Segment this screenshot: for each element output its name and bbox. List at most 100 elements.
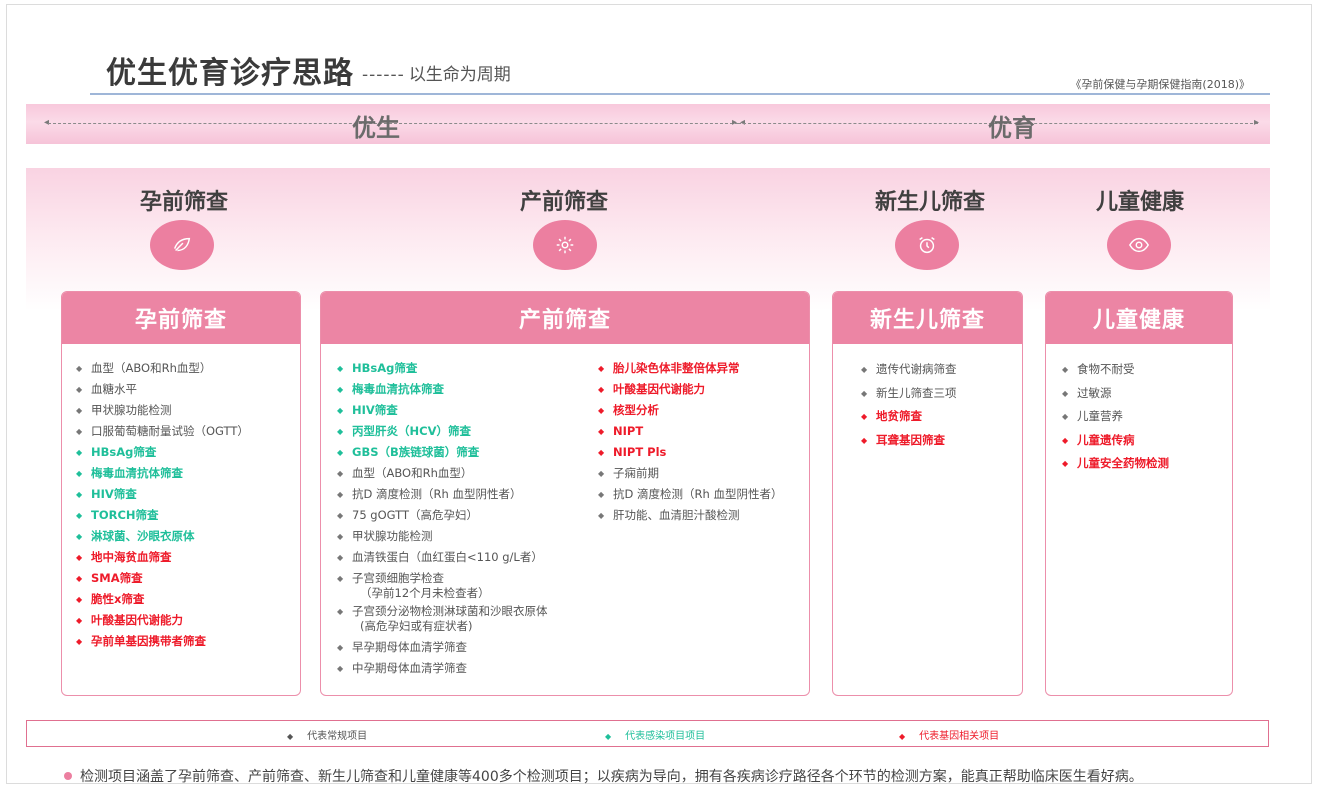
screening-item: 中孕期母体血清学筛查 — [337, 658, 548, 679]
card-newborn: 新生儿筛查 遗传代谢病筛查新生儿筛查三项地贫筛查耳聋基因筛查 — [832, 291, 1023, 696]
arrow-right-icon: ▸ — [1254, 117, 1260, 128]
screening-item: 叶酸基因代谢能力 — [76, 610, 249, 631]
card-prenatal: 产前筛查 HBsAg筛查梅毒血清抗体筛查 HIV筛查丙型肝炎（HCV）筛查 GBS（… — [320, 291, 810, 696]
screening-item: SMA筛查 — [76, 568, 249, 589]
item-list: 血型（ABO和Rh血型） 血糖水平甲状腺功能检测口服葡萄糖耐量试验（OGTT） HB… — [76, 358, 249, 652]
band-label-eugenics: 优生 — [352, 114, 400, 142]
screening-item: 丙型肝炎（HCV）筛查 — [337, 421, 548, 442]
footer-text: 检测项目涵盖了孕前筛查、产前筛查、新生儿筛查和儿童健康等400多个检测项目；以疾… — [80, 769, 1143, 785]
legend-box: ◆ 代表常规项目 ◆ 代表感染项目项目 ◆ 代表基因相关项目 — [26, 720, 1269, 747]
card-title: 孕前筛查 — [62, 292, 300, 344]
arrow-right-icon: ▸ — [732, 117, 738, 128]
screening-item: NIPT Pls — [598, 442, 782, 463]
item-list-left: HBsAg筛查梅毒血清抗体筛查 HIV筛查丙型肝炎（HCV）筛查 GBS（B族链球菌… — [337, 358, 548, 679]
item-label: 孕前单基因携带者筛查 — [91, 634, 206, 648]
eye-icon — [1107, 220, 1171, 270]
screening-item: 食物不耐受 — [1062, 358, 1169, 382]
screening-item: 肝功能、血清胆汁酸检测 — [598, 505, 782, 526]
item-label: 口服葡萄糖耐量试验（OGTT） — [91, 424, 249, 438]
screening-item: 遗传代谢病筛查 — [861, 358, 957, 382]
gear-icon — [533, 220, 597, 270]
item-label: 甲状腺功能检测 — [91, 403, 172, 417]
page-subtitle: ------ 以生命为周期 — [362, 60, 511, 85]
card-child: 儿童健康 食物不耐受过敏源儿童营养儿童遗传病儿童安全药物检测 — [1045, 291, 1233, 696]
item-label: 甲状腺功能检测 — [352, 529, 433, 543]
diamond-icon: ◆ — [287, 732, 294, 741]
item-label: HIV筛查 — [91, 487, 137, 501]
screening-item: HIV筛查 — [337, 400, 548, 421]
item-label: 儿童营养 — [1077, 409, 1123, 423]
screening-item: 过敏源 — [1062, 382, 1169, 406]
item-label: NIPT — [613, 424, 644, 438]
category-title-newborn: 新生儿筛查 — [874, 190, 985, 215]
item-label: 儿童安全药物检测 — [1077, 456, 1169, 470]
screening-item: HBsAg筛查 — [76, 442, 249, 463]
screening-item: HBsAg筛查 — [337, 358, 548, 379]
item-label: 脆性x筛查 — [91, 592, 145, 606]
item-label: 淋球菌、沙眼衣原体 — [91, 529, 195, 543]
item-label: 中孕期母体血清学筛查 — [352, 661, 467, 675]
screening-item: 新生儿筛查三项 — [861, 382, 957, 406]
leaf-icon — [150, 220, 214, 270]
screening-item: 子宫颈细胞学检查（孕前12个月未检查者） — [337, 571, 548, 600]
screening-item: 胎儿染色体非整倍体异常 — [598, 358, 782, 379]
screening-item: 梅毒血清抗体筛查 — [337, 379, 548, 400]
screening-item: 孕前单基因携带者筛查 — [76, 631, 249, 652]
screening-item: 耳聋基因筛查 — [861, 429, 957, 453]
screening-item: 血型（ABO和Rh血型） — [76, 358, 249, 379]
screening-item: 子痫前期 — [598, 463, 782, 484]
item-label: 抗D 滴度检测（Rh 血型阴性者） — [613, 487, 783, 501]
item-label: 75 gOGTT（高危孕妇） — [352, 508, 478, 522]
item-label: 叶酸基因代谢能力 — [91, 613, 183, 627]
screening-item: 梅毒血清抗体筛查 — [76, 463, 249, 484]
category-title-preconception: 孕前筛查 — [139, 190, 228, 215]
diamond-icon: ◆ — [899, 732, 906, 741]
screening-item: 血糖水平 — [76, 379, 249, 400]
legend-infection: ◆ 代表感染项目项目 — [605, 727, 705, 742]
legend-gene: ◆ 代表基因相关项目 — [899, 727, 999, 742]
legend-normal-label: 代表常规项目 — [307, 731, 368, 742]
item-list: 遗传代谢病筛查新生儿筛查三项地贫筛查耳聋基因筛查 — [861, 358, 957, 452]
item-note: （孕前12个月未检查者） — [360, 586, 490, 600]
item-label: 肝功能、血清胆汁酸检测 — [613, 508, 740, 522]
lifecycle-band: ◂ ▸ ◂ ▸ 优生 优育 — [26, 104, 1270, 144]
item-label: 遗传代谢病筛查 — [876, 362, 957, 376]
card-title: 儿童健康 — [1046, 292, 1232, 344]
category-title-child: 儿童健康 — [1095, 190, 1184, 215]
item-label: 梅毒血清抗体筛查 — [91, 466, 183, 480]
item-label: 丙型肝炎（HCV）筛查 — [352, 424, 471, 438]
item-label: 儿童遗传病 — [1077, 432, 1135, 447]
item-label: 叶酸基因代谢能力 — [613, 382, 705, 396]
item-label: 抗D 滴度检测（Rh 血型阴性者） — [352, 487, 522, 501]
screening-item: 儿童遗传病 — [1062, 429, 1169, 453]
screening-item: 儿童营养 — [1062, 405, 1169, 429]
item-label: 核型分析 — [613, 403, 659, 417]
card-title: 产前筛查 — [321, 292, 809, 344]
item-label: NIPT Pls — [613, 445, 667, 459]
item-label: 地贫筛查 — [876, 409, 922, 423]
item-label: 子宫颈细胞学检查 — [352, 571, 444, 585]
legend-gene-label: 代表基因相关项目 — [919, 731, 1000, 742]
item-label: 血清铁蛋白（血红蛋白<110 g/L者） — [352, 550, 543, 564]
item-label: 子痫前期 — [613, 466, 659, 480]
alarm-clock-icon — [895, 220, 959, 270]
item-label: 早孕期母体血清学筛查 — [352, 640, 467, 654]
screening-item: TORCH筛查 — [76, 505, 249, 526]
item-list: 食物不耐受过敏源儿童营养儿童遗传病儿童安全药物检测 — [1062, 358, 1169, 476]
legend-normal: ◆ 代表常规项目 — [287, 727, 367, 742]
screening-item: 甲状腺功能检测 — [337, 526, 548, 547]
item-label: 血糖水平 — [91, 382, 137, 396]
item-list-right: 胎儿染色体非整倍体异常叶酸基因代谢能力核型分析 NIPT NIPT Pls 子痫前期抗… — [598, 358, 782, 526]
page-title: 优生优育诊疗思路 — [106, 56, 354, 91]
footer-note: 检测项目涵盖了孕前筛查、产前筛查、新生儿筛查和儿童健康等400多个检测项目；以疾… — [64, 766, 1143, 786]
screening-item: 叶酸基因代谢能力 — [598, 379, 782, 400]
item-label: 子宫颈分泌物检测淋球菌和沙眼衣原体 — [352, 604, 548, 618]
screening-item: 早孕期母体血清学筛查 — [337, 637, 548, 658]
screening-item: 儿童安全药物检测 — [1062, 452, 1169, 476]
screening-item: 核型分析 — [598, 400, 782, 421]
screening-item: 子宫颈分泌物检测淋球菌和沙眼衣原体(高危孕妇或有症状者) — [337, 604, 548, 633]
category-title-prenatal: 产前筛查 — [519, 190, 608, 215]
screening-item: 地中海贫血筛查 — [76, 547, 249, 568]
screening-item: 甲状腺功能检测 — [76, 400, 249, 421]
item-label: 食物不耐受 — [1077, 362, 1135, 376]
